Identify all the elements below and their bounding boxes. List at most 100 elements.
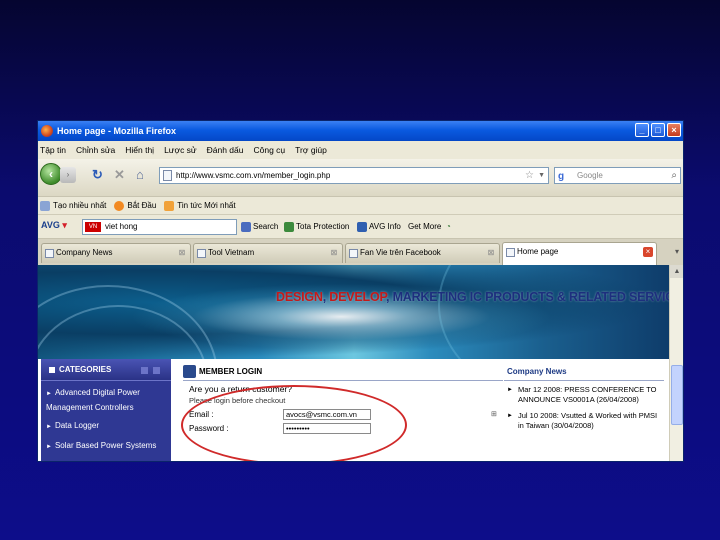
tab-company-news[interactable]: Company News ⊠ [41, 243, 191, 263]
news-title: Company News [507, 367, 567, 376]
category-label: Solar Based Power Systems [54, 441, 157, 450]
decor-square-icon [153, 367, 160, 374]
company-news-panel: Company News ► Mar 12 2008: PRESS CONFERE… [504, 365, 664, 461]
menu-edit[interactable]: Chỉnh sửa [76, 145, 115, 155]
search-input[interactable]: g Google ⌕ [554, 167, 681, 184]
login-title-text: MEMBER LOGIN [199, 367, 263, 376]
avg-toolbar: AVG ▾ VN viet hong Search Tota Protectio… [38, 215, 683, 239]
bookmark-most-visited[interactable]: Tạo nhiều nhất [40, 200, 107, 211]
stop-icon[interactable]: ✕ [114, 167, 125, 183]
tab-label: Company News [56, 248, 113, 257]
window-title: Home page - Mozilla Firefox [57, 126, 177, 136]
categories-header: CATEGORIES [41, 359, 171, 381]
avg-logo-text: AVG [41, 220, 60, 230]
highlight-ellipse [181, 385, 407, 461]
tab-label: Fan Vie trên Facebook [360, 248, 441, 257]
page-icon [349, 249, 358, 258]
scroll-up-icon[interactable]: ▲ [670, 265, 683, 278]
menu-bookmarks[interactable]: Đánh dấu [207, 145, 244, 155]
rss-icon [164, 200, 175, 211]
page-icon [506, 248, 515, 257]
page-icon [45, 249, 54, 258]
url-input[interactable]: http://www.vsmc.com.vn/member_login.php … [159, 167, 549, 184]
triangle-icon: ► [46, 391, 52, 397]
bookmark-star-icon[interactable]: ☆ [525, 168, 534, 183]
bullet-icon [49, 366, 55, 373]
menu-file[interactable]: Tập tin [40, 145, 66, 155]
decor-square-icon [141, 367, 148, 374]
triangle-icon: ► [507, 413, 513, 419]
minimize-button[interactable]: _ [635, 123, 649, 137]
info-icon [357, 221, 367, 232]
tab-home-page[interactable]: Home page × [502, 242, 657, 265]
bookmarks-bar: Tạo nhiều nhất Bắt Đầu Tin tức Mới nhất [38, 197, 683, 215]
category-item[interactable]: ► Solar Based Power Systems [41, 434, 171, 454]
slogan-develop: DEVELOP [329, 290, 387, 304]
bookmark-label: Tin tức Mới nhất [177, 201, 236, 210]
home-icon[interactable]: ⌂ [136, 167, 144, 182]
close-button[interactable]: × [667, 123, 681, 137]
search-icon [241, 221, 251, 232]
window-controls: _ □ × [635, 123, 681, 137]
avg-button-label: Tota Protection [296, 222, 350, 231]
tab-label: Tool Vietnam [208, 248, 255, 257]
member-icon [183, 365, 196, 378]
close-tab-icon[interactable]: × [643, 247, 653, 257]
close-tab-icon[interactable]: ⊠ [177, 248, 187, 258]
avg-button-label: Get More [408, 222, 442, 231]
close-tab-icon[interactable]: ⊠ [486, 248, 496, 258]
reload-icon[interactable]: ↻ [92, 167, 103, 183]
back-arrow-icon[interactable]: ‹ [40, 163, 62, 185]
category-label: Advanced Digital Power Management Contro… [46, 388, 140, 412]
menu-bar: Tập tin Chỉnh sửa Hiển thị Lược sử Đánh … [38, 141, 683, 159]
category-label: Data Logger [54, 421, 99, 430]
avg-button-label: AVG Info [369, 222, 401, 231]
avg-settings-icon[interactable]: ◔ [446, 218, 451, 236]
menu-view[interactable]: Hiển thị [125, 145, 154, 155]
category-item[interactable]: ► Data Logger [41, 414, 171, 434]
tab-facebook[interactable]: Fan Vie trên Facebook ⊠ [345, 243, 500, 263]
bookmark-latest-news[interactable]: Tin tức Mới nhất [164, 200, 236, 211]
forward-arrow-icon[interactable]: › [60, 167, 76, 183]
avg-logo[interactable]: AVG ▾ [41, 220, 67, 231]
tab-tool-vietnam[interactable]: Tool Vietnam ⊠ [193, 243, 343, 263]
news-item[interactable]: ► Jul 10 2008: Vsutted & Worked with PMSI… [504, 411, 664, 431]
avg-getmore-button[interactable]: Get More [408, 218, 441, 236]
tab-bar: Company News ⊠ Tool Vietnam ⊠ Fan Vie tr… [38, 239, 683, 265]
tab-list-icon[interactable]: ▾ [675, 247, 679, 256]
most-visited-icon [40, 200, 50, 211]
avg-info-button[interactable]: AVG Info [357, 218, 401, 236]
firefox-icon [41, 125, 53, 137]
url-dropdown-icon[interactable]: ▼ [538, 168, 545, 183]
bookmark-label: Bắt Đầu [127, 201, 157, 210]
browser-screenshot: Home page - Mozilla Firefox _ □ × Tập ti… [37, 120, 684, 462]
menu-history[interactable]: Lược sử [164, 145, 197, 155]
search-icon[interactable]: ⌕ [671, 168, 677, 183]
tab-label: Home page [517, 247, 559, 256]
login-title: MEMBER LOGIN [183, 365, 503, 379]
scroll-thumb[interactable] [671, 365, 683, 425]
bookmark-label: Tạo nhiều nhất [53, 201, 107, 210]
google-icon: g [558, 171, 565, 182]
news-item[interactable]: ► Mar 12 2008: PRESS CONFERENCE TO ANNOUN… [504, 385, 664, 405]
menu-help[interactable]: Trợ giúp [295, 145, 327, 155]
maximize-button[interactable]: □ [651, 123, 665, 137]
avg-search-input[interactable]: VN viet hong [82, 219, 237, 235]
bookmark-getting-started[interactable]: Bắt Đầu [114, 200, 157, 211]
close-tab-icon[interactable]: ⊠ [329, 248, 339, 258]
avg-protection-button[interactable]: Tota Protection [284, 218, 349, 236]
banner-slogan: DESIGN, DEVELOP, MARKETING IC PRODUCTS &… [276, 290, 670, 304]
banner-arc [438, 265, 670, 359]
page-scrollbar[interactable]: ▲ [669, 265, 683, 461]
navigation-bar: ‹ › ↻ ✕ ⌂ http://www.vsmc.com.vn/member_… [38, 159, 683, 197]
menu-tools[interactable]: Công cụ [254, 145, 286, 155]
avg-search-button[interactable]: Search [241, 218, 278, 236]
field-marker-icon: ⊞ [491, 411, 497, 418]
category-item[interactable]: ► Advanced Digital Power Management Contr… [41, 381, 171, 414]
categories-panel: CATEGORIES ► Advanced Digital Power Manag… [41, 359, 171, 461]
news-text: Mar 12 2008: PRESS CONFERENCE TO ANNOUNC… [518, 385, 657, 404]
divider [183, 380, 503, 381]
site-banner: DESIGN, DEVELOP, MARKETING IC PRODUCTS &… [38, 265, 670, 359]
page-icon [197, 249, 206, 258]
shield-icon [284, 221, 294, 232]
